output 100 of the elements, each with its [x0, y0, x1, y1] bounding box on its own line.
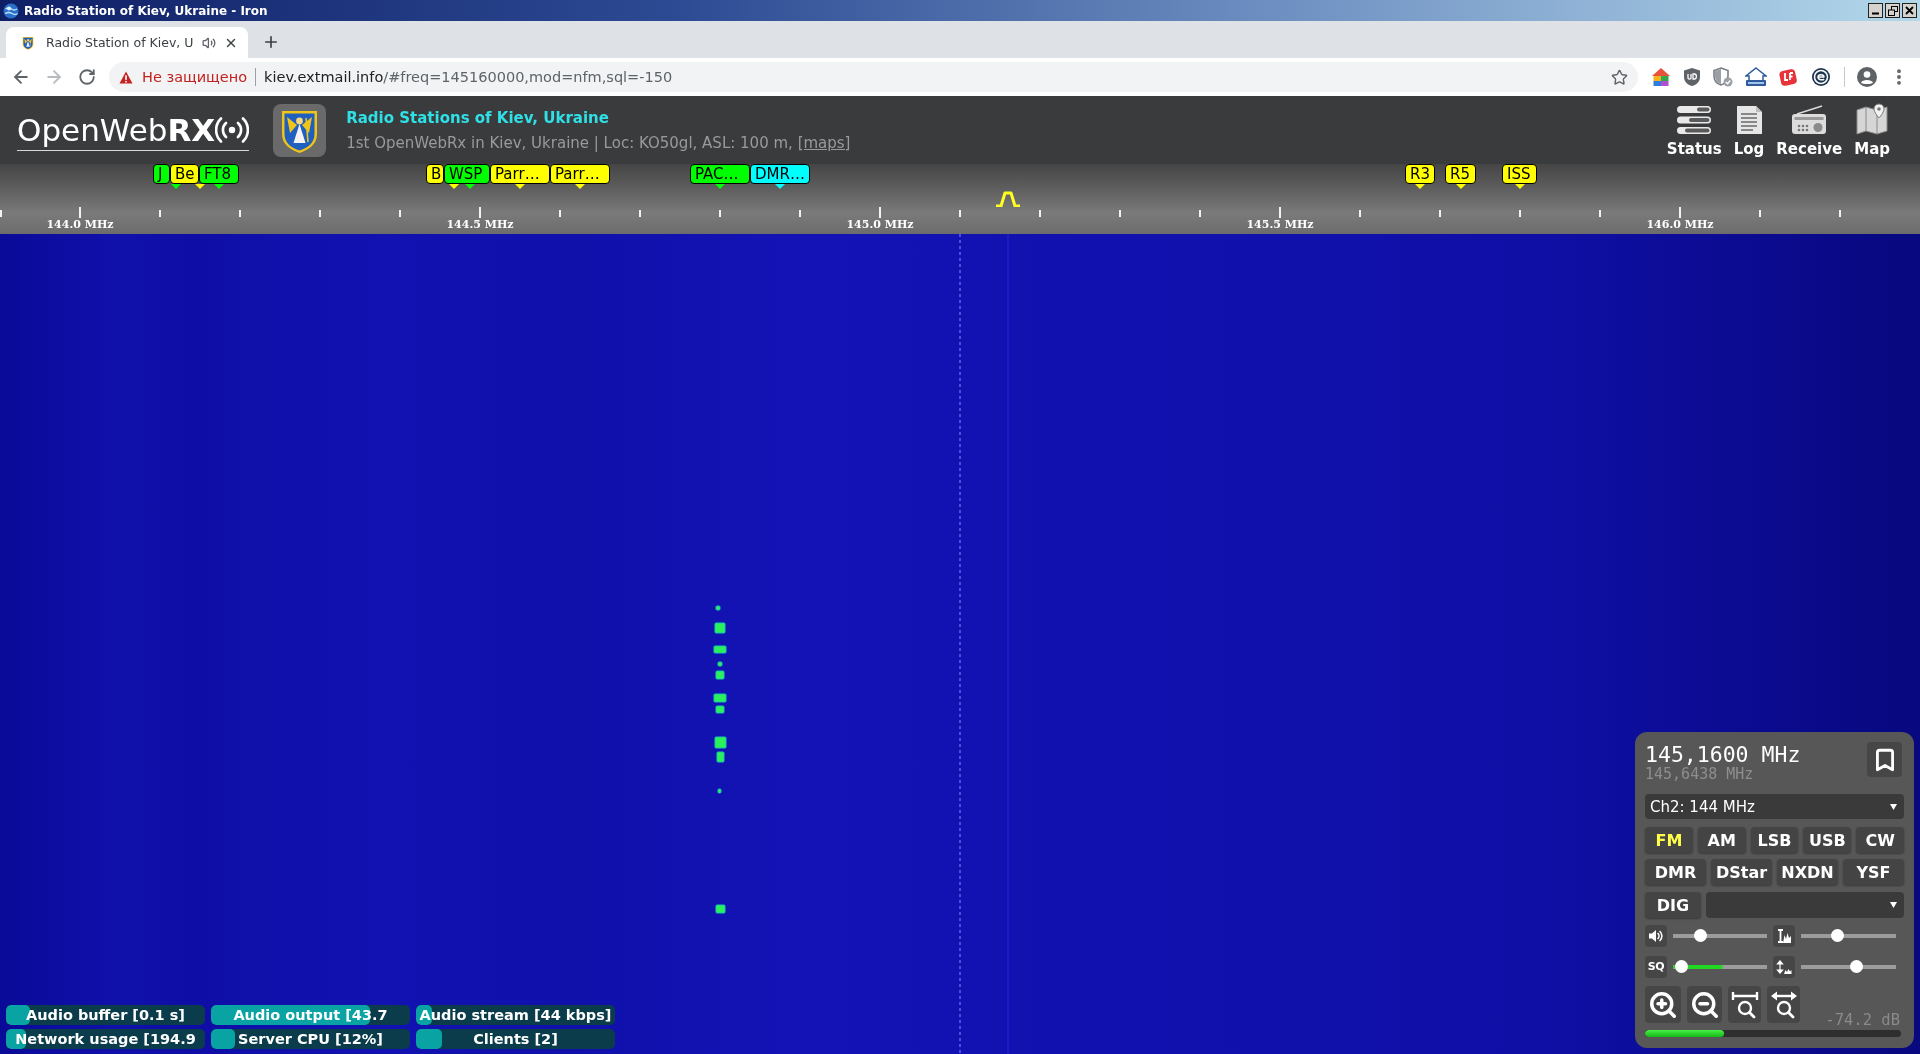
frequency-label: 146.0 MHz [1645, 218, 1715, 231]
zoom-full-button[interactable] [1767, 986, 1800, 1023]
slider-thumb[interactable] [1850, 960, 1864, 973]
bracket-magnifier-icon [1730, 989, 1759, 1020]
shield-letters-icon[interactable] [1683, 67, 1701, 87]
circle-letter-icon[interactable] [1811, 67, 1831, 87]
meter-label: Network usage [194.9 [14, 1030, 197, 1049]
arrows-magnifier-icon [1769, 989, 1798, 1020]
profile-icon[interactable] [1857, 67, 1877, 87]
bookmark-button[interactable] [1867, 742, 1902, 777]
mode-button[interactable]: LSB [1750, 827, 1799, 853]
zoom-in-icon [1648, 989, 1678, 1020]
slider-icon-button[interactable] [1645, 924, 1667, 947]
pointer-icon [715, 184, 725, 189]
zoom-out-icon [1689, 989, 1720, 1020]
mode-button[interactable]: DStar [1711, 859, 1772, 885]
mode-button[interactable]: USB [1803, 827, 1852, 853]
shield-favicon-icon [20, 34, 36, 51]
shield-check-icon[interactable] [1713, 67, 1733, 87]
station-title: Radio Stations of Kiev, Ukraine [346, 108, 610, 127]
close-button[interactable] [1902, 3, 1917, 18]
passband-marker-icon [995, 191, 1021, 207]
bookmark-tag[interactable]: B [426, 164, 444, 184]
star-icon[interactable] [1611, 68, 1628, 86]
signal-blip [715, 605, 721, 611]
house-banner-icon[interactable] [1745, 67, 1767, 87]
signal-blip [715, 705, 725, 714]
signal-blip [716, 751, 725, 763]
minimize-button[interactable] [1868, 3, 1883, 18]
status-button[interactable]: Status [1660, 104, 1728, 158]
reload-icon [78, 68, 96, 86]
radio-icon [1791, 104, 1828, 135]
meter-label: Audio output [43.7 [232, 1006, 389, 1025]
signal-blip [713, 645, 727, 654]
logo-text: OpenWebRX [17, 110, 216, 149]
restore-icon [1887, 5, 1898, 16]
maps-link[interactable]: [maps] [797, 133, 851, 152]
zoom-out-button[interactable] [1687, 986, 1722, 1023]
letter-badge-icon[interactable] [1779, 67, 1799, 87]
warning-icon [119, 70, 133, 84]
back-arrow-icon [11, 67, 31, 87]
frequency-label: 145.5 MHz [1245, 218, 1315, 231]
pointer-icon [515, 184, 525, 189]
speaker-icon [1648, 927, 1664, 944]
close-icon [1905, 6, 1914, 15]
frequency-label: 145.0 MHz [845, 218, 915, 231]
signal-blip [714, 622, 726, 634]
house-grid-icon[interactable] [1651, 67, 1671, 87]
pointer-icon [1514, 184, 1525, 189]
signal-blip [713, 693, 727, 703]
mode-button[interactable]: FM [1645, 827, 1693, 853]
slider-icon-button[interactable] [1773, 955, 1795, 978]
window-title: Radio Station of Kiev, Ukraine - Iron [24, 3, 268, 18]
mode-button[interactable]: DMR [1645, 859, 1706, 885]
signal-blip [714, 736, 727, 749]
signal-blip [715, 904, 726, 914]
forward-arrow-icon [44, 67, 64, 87]
frequency-label: 144.0 MHz [45, 218, 115, 231]
log-button[interactable]: Log [1727, 104, 1771, 158]
spectrum-bar-icon [1776, 927, 1792, 944]
meter-label: Server CPU [12%] [237, 1030, 384, 1049]
restore-button[interactable] [1885, 3, 1900, 18]
document-icon [1735, 104, 1763, 135]
map-button[interactable]: Map [1848, 102, 1896, 158]
frequency-label: 144.5 MHz [445, 218, 515, 231]
toggle-bars-icon [1676, 104, 1713, 135]
slider-thumb[interactable] [1831, 929, 1845, 942]
bookmark-tag[interactable]: Be [170, 164, 199, 184]
station-description: 1st OpenWebRx in Kiev, Ukraine | Loc: KO50gl, ASL: 100 m, [maps] [346, 133, 851, 152]
caret-icon [1890, 803, 1897, 810]
plus-icon [262, 33, 280, 51]
meter-label: Audio stream [44 kbps] [418, 1006, 613, 1025]
receive-button[interactable]: Receive [1770, 104, 1849, 158]
mode-button[interactable]: AM [1697, 827, 1746, 853]
zoom-in-button[interactable] [1645, 986, 1681, 1023]
meter-label: Audio buffer [0.1 s] [25, 1006, 186, 1025]
mode-button[interactable]: DIG [1645, 892, 1701, 918]
squelch-button[interactable]: SQ [1645, 955, 1667, 978]
mode-button[interactable]: NXDN [1777, 859, 1838, 885]
address-bar[interactable]: Не защищено kiev.extmail.info/#freq=145160000,mod=nfm,sql=-150 [109, 62, 1638, 92]
slider-thumb[interactable] [1675, 960, 1689, 973]
meter-label: Clients [2] [472, 1030, 559, 1049]
slider-icon-button[interactable] [1773, 924, 1795, 947]
browser-tab[interactable]: Radio Station of Kiev, U [6, 27, 248, 58]
tuned-frequency: 145,1600 MHz [1645, 743, 1801, 766]
mode-button[interactable]: CW [1856, 827, 1904, 853]
up-down-spectrum-icon [1776, 958, 1792, 975]
security-warning[interactable]: Не защищено [142, 69, 248, 85]
mode-button[interactable]: YSF [1843, 859, 1904, 885]
bookmark-tag[interactable]: J [153, 164, 170, 184]
globe-icon [3, 2, 19, 19]
zoom-band-button[interactable] [1728, 986, 1761, 1023]
slider-thumb[interactable] [1694, 929, 1708, 942]
pointer-icon [1455, 184, 1466, 189]
pointer-icon [171, 184, 181, 189]
url-text: kiev.extmail.info/#freq=145160000,mod=nfm,sql=-150 [264, 69, 674, 85]
pointer-icon [1415, 184, 1425, 189]
pointer-icon [775, 184, 785, 189]
bookmark-select[interactable]: Ch2: 144 MHz [1645, 794, 1904, 819]
pointer-icon [575, 184, 585, 189]
